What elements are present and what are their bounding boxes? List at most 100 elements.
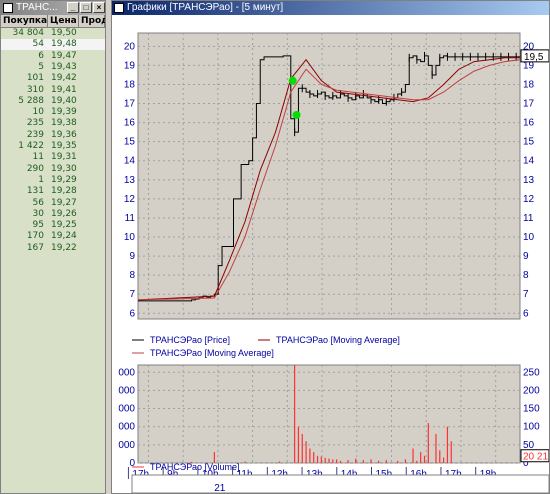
order-book-titlebar[interactable]: ТРАНС... _ □ × <box>1 1 105 15</box>
minimize-button[interactable]: _ <box>67 2 79 13</box>
restore-button[interactable]: □ <box>80 2 92 13</box>
table-row[interactable]: 5 288 19,40 <box>1 96 105 107</box>
y-tick-label-right: 10 <box>523 232 535 243</box>
volume-tick-left: 000 <box>118 385 135 396</box>
table-row[interactable]: 11 19,31 <box>1 152 105 163</box>
close-button[interactable]: × <box>93 2 105 13</box>
y-tick-label-left: 20 <box>124 41 136 52</box>
row-buy-qty: 95 <box>32 220 44 231</box>
table-row[interactable]: 30 19,26 <box>1 209 105 220</box>
order-book-window[interactable]: ТРАНС... _ □ × Покупка Цена Прод 34 804 1… <box>0 0 106 494</box>
y-tick-label-left: 7 <box>129 289 135 300</box>
row-buy-qty: 56 <box>32 197 44 208</box>
volume-tick-left: 000 <box>118 367 135 378</box>
row-price: 19,30 <box>51 163 77 174</box>
table-row[interactable]: 290 19,30 <box>1 164 105 175</box>
row-price: 19,25 <box>51 220 77 231</box>
order-book-title: ТРАНС... <box>16 2 58 13</box>
y-tick-label-right: 11 <box>523 213 534 224</box>
y-tick-label-left: 14 <box>124 156 136 167</box>
row-buy-qty: 235 <box>26 118 44 129</box>
table-row[interactable]: 34 804 19,50 <box>1 28 105 39</box>
table-row[interactable]: 167 19,22 <box>1 243 105 254</box>
table-row[interactable]: 239 19,36 <box>1 130 105 141</box>
volume-tick-right: 200 <box>523 385 540 396</box>
row-buy-qty: 34 804 <box>12 28 45 38</box>
volume-tick-left: 000 <box>118 404 135 415</box>
table-row[interactable]: 1 422 19,35 <box>1 141 105 152</box>
table-row[interactable]: 5 19,43 <box>1 62 105 73</box>
row-buy-qty: 11 <box>32 152 44 163</box>
time-axis-bar <box>131 474 549 493</box>
row-buy-qty: 310 <box>26 84 44 95</box>
row-buy-qty: 290 <box>26 163 44 174</box>
row-buy-qty: 10 <box>32 107 44 118</box>
row-price: 19,48 <box>51 39 77 50</box>
volume-panel <box>137 364 521 464</box>
row-buy-qty: 54 <box>32 39 44 50</box>
row-price: 19,43 <box>51 61 77 72</box>
row-price: 19,24 <box>51 231 77 242</box>
y-tick-label-right: 17 <box>523 99 535 110</box>
volume-tick-right: 150 <box>523 404 540 415</box>
row-price: 19,38 <box>51 118 77 129</box>
chart-window[interactable]: Графики [ТРАНСЭРао] - [5 минут] 17h9h10h… <box>111 0 550 494</box>
row-price: 19,29 <box>51 174 77 185</box>
current-volume-label: 20 21 <box>523 452 548 463</box>
legend-price: ТРАНСЭРао [Price] <box>150 335 230 345</box>
signal-marker-sell <box>292 110 301 119</box>
date-label: 21 <box>214 483 226 493</box>
y-tick-label-left: 12 <box>124 194 136 205</box>
current-price-label: 19,5 <box>524 52 544 63</box>
chart-area[interactable]: 17h9h10h11h12h13h14h15h16h17h18h66778899… <box>112 15 549 493</box>
chart-titlebar[interactable]: Графики [ТРАНСЭРао] - [5 минут] <box>112 1 549 15</box>
row-buy-qty: 1 <box>38 174 44 185</box>
row-price: 19,26 <box>51 208 77 219</box>
table-row[interactable]: 54 19,48 <box>1 39 105 51</box>
volume-tick-left: 000 <box>118 440 135 451</box>
row-buy-qty: 131 <box>26 186 44 197</box>
column-header-sell[interactable]: Прод <box>79 15 105 27</box>
table-row[interactable]: 95 19,25 <box>1 220 105 231</box>
table-row[interactable]: 131 19,28 <box>1 186 105 197</box>
y-tick-label-left: 8 <box>129 270 135 281</box>
legend-volume: ТРАНСЭРао [Volume] <box>150 462 240 472</box>
row-price: 19,50 <box>51 28 77 38</box>
row-buy-qty: 5 <box>38 61 44 72</box>
y-tick-label-right: 8 <box>523 270 529 281</box>
table-row[interactable]: 1 19,29 <box>1 175 105 186</box>
y-tick-label-left: 16 <box>124 118 136 129</box>
row-price: 19,27 <box>51 197 77 208</box>
row-price: 19,47 <box>51 50 77 61</box>
table-header: Покупка Цена Прод <box>1 15 105 28</box>
row-buy-qty: 239 <box>26 129 44 140</box>
table-row[interactable]: 235 19,38 <box>1 118 105 129</box>
window-icon <box>3 3 13 13</box>
table-row[interactable]: 56 19,27 <box>1 198 105 209</box>
y-tick-label-right: 9 <box>523 251 529 262</box>
y-tick-label-right: 13 <box>523 175 535 186</box>
legend-ma1: ТРАНСЭРао [Moving Average] <box>276 335 400 345</box>
volume-tick-right: 50 <box>523 440 535 451</box>
y-tick-label-left: 9 <box>129 251 135 262</box>
order-book-table: Покупка Цена Прод 34 804 19,50 54 19,48 6 19,… <box>1 15 105 493</box>
y-tick-label-left: 11 <box>125 213 136 224</box>
table-row[interactable]: 6 19,47 <box>1 51 105 62</box>
volume-tick-left: 000 <box>118 422 135 433</box>
row-price: 19,41 <box>51 84 77 95</box>
row-price: 19,36 <box>51 129 77 140</box>
table-row[interactable]: 10 19,39 <box>1 107 105 118</box>
table-row[interactable]: 101 19,42 <box>1 73 105 84</box>
y-tick-label-left: 17 <box>124 99 136 110</box>
row-price: 19,35 <box>51 141 77 151</box>
column-header-buy[interactable]: Покупка <box>1 15 48 27</box>
table-row[interactable]: 170 19,24 <box>1 231 105 242</box>
y-tick-label-right: 16 <box>523 118 535 129</box>
y-tick-label-left: 15 <box>124 137 136 148</box>
table-row[interactable]: 310 19,41 <box>1 85 105 96</box>
row-price: 19,31 <box>51 152 77 163</box>
row-price: 19,40 <box>51 95 77 106</box>
price-panel <box>137 32 521 320</box>
column-header-price[interactable]: Цена <box>48 15 79 27</box>
legend-ma2: ТРАНСЭРао [Moving Average] <box>150 348 274 358</box>
